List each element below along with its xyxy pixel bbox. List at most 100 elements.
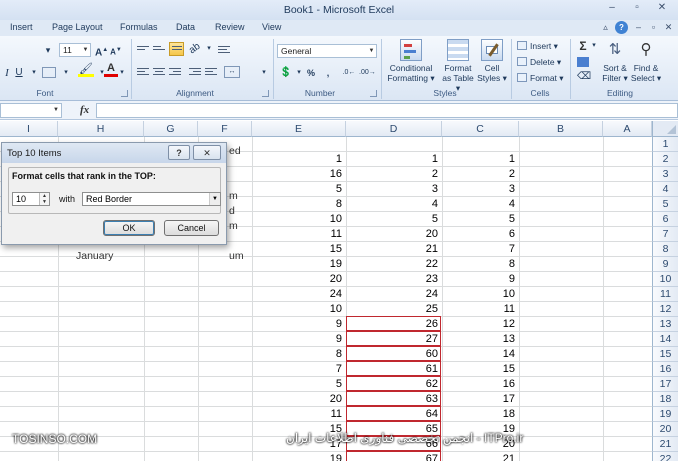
row-header-18[interactable]: 18	[652, 392, 678, 407]
tab-review[interactable]: Review	[215, 22, 245, 32]
fill-icon[interactable]	[577, 57, 589, 67]
insert-function-button[interactable]: fx	[80, 104, 89, 116]
rank-spinner[interactable]: 10 ▲ ▼	[12, 192, 50, 206]
format-as-table-button[interactable]: Format as Table ▾	[440, 39, 476, 93]
doc-restore-button[interactable]: ▫	[647, 21, 660, 34]
cell-C13[interactable]: 12	[442, 317, 519, 332]
dialog-help-button[interactable]: ?	[168, 145, 190, 160]
borders-icon[interactable]	[42, 67, 56, 78]
cell-C18[interactable]: 17	[442, 392, 519, 407]
close-button[interactable]: ✕	[654, 1, 670, 15]
cell-C14[interactable]: 13	[442, 332, 519, 347]
cancel-button[interactable]: Cancel	[164, 220, 219, 236]
row-header-16[interactable]: 16	[652, 362, 678, 377]
cell-D11[interactable]: 24	[346, 287, 442, 302]
cell-E22[interactable]: 19	[252, 452, 346, 461]
cell-D10[interactable]: 23	[346, 272, 442, 287]
cell-E8[interactable]: 15	[252, 242, 346, 257]
font-name-dropdown-icon[interactable]: ▾	[42, 43, 54, 57]
align-bottom-icon[interactable]	[169, 42, 184, 56]
cell-E6[interactable]: 10	[252, 212, 346, 227]
column-header-I[interactable]: I	[0, 121, 58, 137]
format-cells-button[interactable]: Format ▾	[517, 72, 564, 85]
cell-E13[interactable]: 9	[252, 317, 346, 332]
cell-E15[interactable]: 8	[252, 347, 346, 362]
cell-C4[interactable]: 3	[442, 182, 519, 197]
row-header-21[interactable]: 21	[652, 437, 678, 452]
row-header-10[interactable]: 10	[652, 272, 678, 287]
cell-D12[interactable]: 25	[346, 302, 442, 317]
cell-C15[interactable]: 14	[442, 347, 519, 362]
tab-formulas[interactable]: Formulas	[120, 22, 158, 32]
cell-C7[interactable]: 6	[442, 227, 519, 242]
cell-E18[interactable]: 20	[252, 392, 346, 407]
number-dialog-launcher-icon[interactable]	[370, 90, 377, 97]
underline-icon[interactable]: U	[14, 66, 24, 80]
cell-D2[interactable]: 1	[346, 152, 442, 167]
font-size-combo[interactable]: 11 ▼	[59, 43, 91, 57]
row-header-9[interactable]: 9	[652, 257, 678, 272]
cell-C17[interactable]: 16	[442, 377, 519, 392]
sort-filter-button[interactable]: ⇅ Sort & Filter ▾	[601, 39, 629, 83]
align-top-icon[interactable]	[137, 44, 149, 54]
row-header-8[interactable]: 8	[652, 242, 678, 257]
cell-C2[interactable]: 1	[442, 152, 519, 167]
column-header-A[interactable]: A	[603, 121, 652, 137]
row-header-5[interactable]: 5	[652, 197, 678, 212]
row-header-1[interactable]: 1	[652, 137, 678, 152]
tab-data[interactable]: Data	[176, 22, 195, 32]
cell-D9[interactable]: 22	[346, 257, 442, 272]
select-all-button[interactable]	[652, 121, 678, 137]
font-dialog-launcher-icon[interactable]	[121, 90, 128, 97]
autosum-button[interactable]: Σ	[577, 39, 589, 53]
column-header-B[interactable]: B	[519, 121, 603, 137]
cell-E2[interactable]: 1	[252, 152, 346, 167]
row-header-6[interactable]: 6	[652, 212, 678, 227]
cell-C6[interactable]: 5	[442, 212, 519, 227]
restore-button[interactable]: ▫	[629, 1, 645, 15]
chevron-down-icon[interactable]: ▾	[590, 39, 598, 53]
tab-view[interactable]: View	[262, 22, 281, 32]
cell-D8[interactable]: 21	[346, 242, 442, 257]
font-color-icon[interactable]: A	[104, 63, 118, 77]
ok-button[interactable]: OK	[103, 220, 155, 236]
row-header-15[interactable]: 15	[652, 347, 678, 362]
help-icon[interactable]: ?	[615, 21, 628, 34]
column-header-D[interactable]: D	[346, 121, 442, 137]
name-box[interactable]: ▼	[0, 103, 62, 118]
row-header-4[interactable]: 4	[652, 182, 678, 197]
cell-E17[interactable]: 5	[252, 377, 346, 392]
chevron-down-icon[interactable]: ▾	[205, 42, 213, 56]
cell-C10[interactable]: 9	[442, 272, 519, 287]
row-header-7[interactable]: 7	[652, 227, 678, 242]
row-header-11[interactable]: 11	[652, 287, 678, 302]
cell-E12[interactable]: 10	[252, 302, 346, 317]
chevron-down-icon[interactable]: ▾	[118, 66, 126, 80]
cell-styles-button[interactable]: Cell Styles ▾	[476, 39, 508, 83]
decrease-indent-icon[interactable]	[189, 66, 201, 76]
cell-E14[interactable]: 9	[252, 332, 346, 347]
chevron-down-icon[interactable]: ▾	[30, 66, 38, 80]
cell-E3[interactable]: 16	[252, 167, 346, 182]
cell-D4[interactable]: 3	[346, 182, 442, 197]
minimize-button[interactable]: –	[604, 1, 620, 15]
formula-input[interactable]	[96, 103, 678, 118]
row-header-12[interactable]: 12	[652, 302, 678, 317]
format-select[interactable]: Red Border ▼	[82, 192, 221, 206]
column-header-C[interactable]: C	[442, 121, 519, 137]
tab-insert[interactable]: Insert	[10, 22, 33, 32]
row-header-14[interactable]: 14	[652, 332, 678, 347]
cell-E16[interactable]: 7	[252, 362, 346, 377]
alignment-dialog-launcher-icon[interactable]	[262, 90, 269, 97]
cell-E5[interactable]: 8	[252, 197, 346, 212]
cell-E7[interactable]: 11	[252, 227, 346, 242]
cell-C8[interactable]: 7	[442, 242, 519, 257]
cell-E19[interactable]: 11	[252, 407, 346, 422]
cell-D6[interactable]: 5	[346, 212, 442, 227]
shrink-font-icon[interactable]: A▼	[110, 43, 122, 57]
grow-font-icon[interactable]: A▲	[95, 43, 108, 58]
align-middle-icon[interactable]	[153, 44, 165, 54]
clear-icon[interactable]: ⌫	[577, 70, 591, 84]
cell-C22[interactable]: 21	[442, 452, 519, 461]
cell-C12[interactable]: 11	[442, 302, 519, 317]
